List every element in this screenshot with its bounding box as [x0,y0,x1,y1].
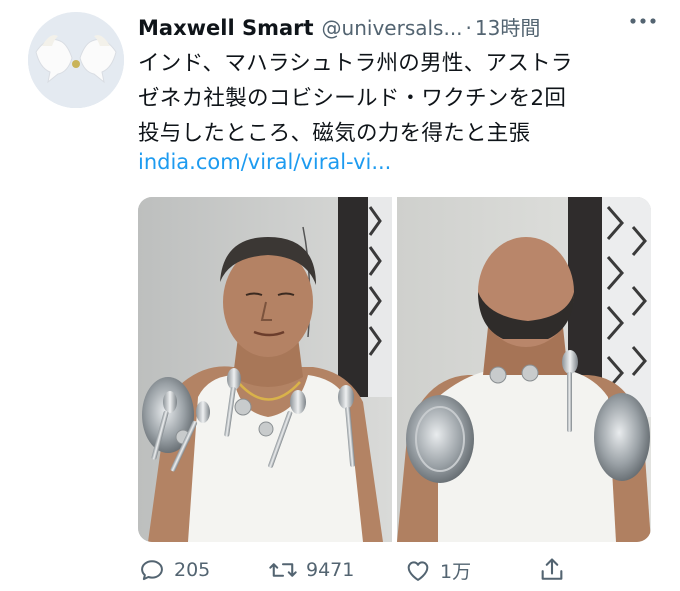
tweet-text-line: 投与したところ、磁気の力を得たと主張 [138,121,531,146]
like-icon [407,561,429,581]
tweet-media[interactable] [138,197,651,542]
tweet-text-line: インド、マハラシュトラ州の男性、アストラ [138,51,573,76]
share-button[interactable] [538,556,566,584]
photo-back [397,197,651,542]
separator-dot: · [465,16,472,40]
author-name[interactable]: Maxwell Smart [138,16,314,40]
reply-button[interactable]: 205 [138,556,210,584]
retweet-icon [269,563,297,577]
avatar[interactable] [28,12,124,108]
more-icon[interactable] [628,10,658,32]
dove-avatar-image [28,12,124,108]
reply-icon [141,560,163,581]
author-handle[interactable]: @universals... [322,16,463,40]
retweet-count: 9471 [306,559,355,581]
photo-front [138,197,392,542]
tweet-link[interactable]: india.com/viral/viral-vi... [138,150,391,174]
reply-count: 205 [174,559,211,581]
share-icon [541,558,563,580]
like-count: 1万 [440,560,472,583]
tweet-text-line: ゼネカ社製のコビシールド・ワクチンを2回 [138,86,567,111]
action-bar: 205 9471 1万 [138,556,578,588]
tweet-text: インド、マハラシュトラ州の男性、アストラ ゼネカ社製のコビシールド・ワクチンを2… [138,46,638,151]
timestamp[interactable]: 13時間 [475,12,540,41]
retweet-button[interactable]: 9471 [268,556,354,584]
tweet-header: Maxwell Smart @universals... · 13時間 [138,12,660,40]
like-button[interactable]: 1万 [404,556,471,584]
media-photo [138,197,651,542]
